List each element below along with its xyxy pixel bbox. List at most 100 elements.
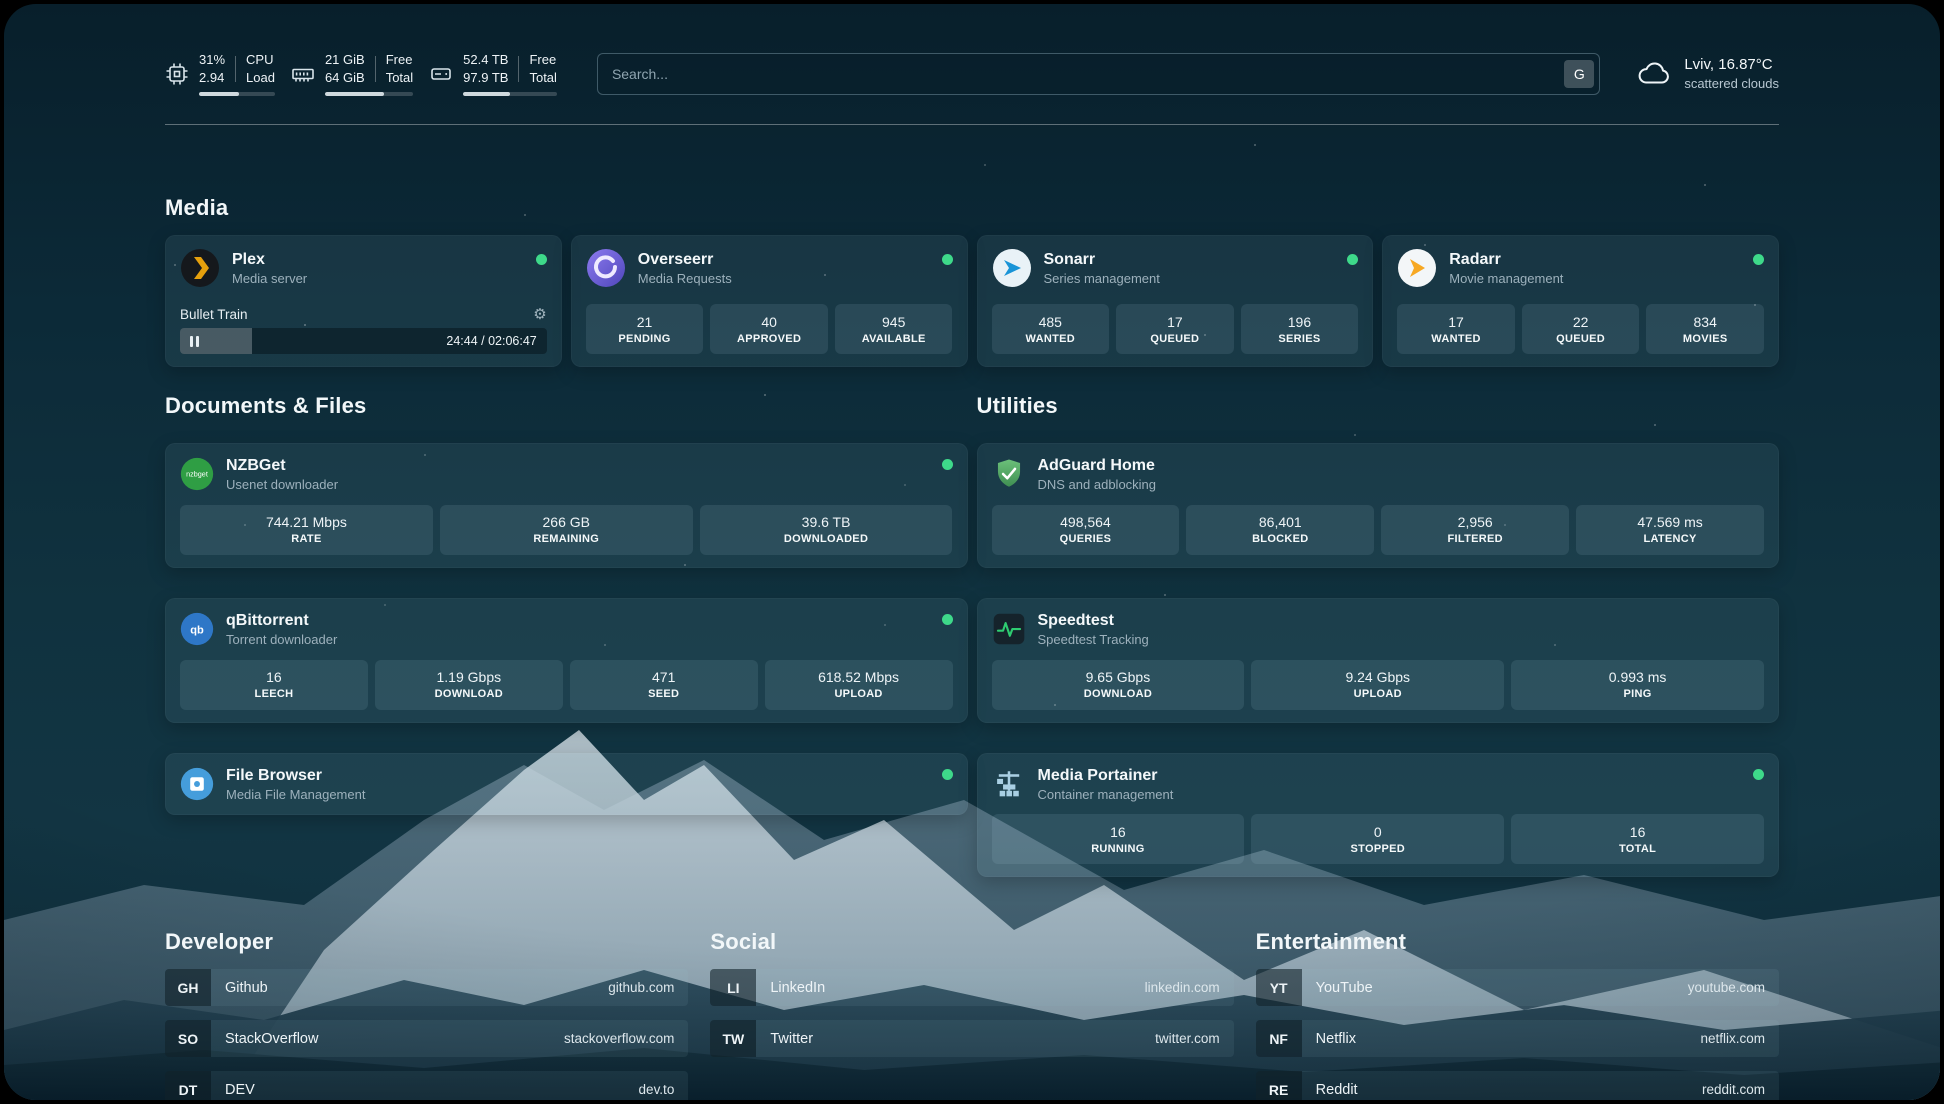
playback-time: 24:44 / 02:06:47 [446, 334, 536, 348]
weather-text: Lviv, 16.87°C scattered clouds [1684, 55, 1779, 93]
cloud-icon [1636, 60, 1672, 87]
stat-blocked: 86,401 BLOCKED [1186, 505, 1374, 555]
dashboard-content: 31% 2.94 CPU Load [165, 4, 1779, 1100]
disk-values: 52.4 TB 97.9 TB [463, 51, 508, 86]
bookmark-name: LinkedIn [770, 980, 825, 996]
stat-pending: 21 PENDING [586, 304, 704, 354]
app-card-sonarr[interactable]: Sonarr Series management 485 WANTED 17 Q… [977, 235, 1374, 367]
stat-approved: 40 APPROVED [710, 304, 828, 354]
weather-widget: Lviv, 16.87°C scattered clouds [1636, 55, 1779, 93]
bookmark-reddit[interactable]: RE Reddit reddit.com [1256, 1071, 1779, 1100]
status-dot [942, 459, 953, 470]
header-divider [165, 124, 1779, 125]
stat-series: 196 SERIES [1241, 304, 1359, 354]
cpu-progress-fill [199, 92, 239, 96]
section-heading-documents: Documents & Files [165, 393, 968, 419]
app-card-plex[interactable]: Plex Media server Bullet Train ⚙ [165, 235, 562, 367]
status-dot [536, 254, 547, 265]
search-engine-button[interactable]: G [1564, 60, 1594, 88]
app-card-portainer[interactable]: Media Portainer Container management 16 … [977, 753, 1780, 878]
stats-row: 9.65 Gbps DOWNLOAD 9.24 Gbps UPLOAD 0.99… [992, 660, 1765, 710]
stat-upload: 9.24 Gbps UPLOAD [1251, 660, 1504, 710]
bookmark-abbr: SO [165, 1020, 211, 1057]
search-input[interactable] [597, 53, 1600, 95]
app-subtitle: Movie management [1449, 271, 1563, 287]
app-titles: File Browser Media File Management [226, 766, 365, 803]
app-card-adguard[interactable]: AdGuard Home DNS and adblocking 498,564 … [977, 443, 1780, 568]
stat-movies: 834 MOVIES [1646, 304, 1764, 354]
bookmark-youtube[interactable]: YT YouTube youtube.com [1256, 969, 1779, 1006]
app-header: qb qBittorrent Torrent downloader [180, 611, 953, 648]
app-card-overseerr[interactable]: Overseerr Media Requests 21 PENDING 40 A… [571, 235, 968, 367]
weather-location: Lviv, 16.87°C [1684, 55, 1779, 75]
bookmark-abbr: NF [1256, 1020, 1302, 1057]
pause-icon[interactable] [190, 336, 199, 347]
app-titles: Speedtest Speedtest Tracking [1038, 611, 1149, 648]
ram-labels: Free Total [386, 51, 413, 86]
speedtest-icon [992, 612, 1026, 646]
bookmark-twitter[interactable]: TW Twitter twitter.com [710, 1020, 1233, 1057]
app-card-filebrowser[interactable]: File Browser Media File Management [165, 753, 968, 816]
app-subtitle: Container management [1038, 787, 1174, 803]
status-dot [1347, 254, 1358, 265]
stat-filtered: 2,956 FILTERED [1381, 505, 1569, 555]
disk-metric: 52.4 TB 97.9 TB Free Total [463, 51, 557, 96]
bookmark-github[interactable]: GH Github github.com [165, 969, 688, 1006]
bookmark-abbr: GH [165, 969, 211, 1006]
app-header: Speedtest Speedtest Tracking [992, 611, 1765, 648]
app-name: Speedtest [1038, 611, 1149, 630]
app-header: Radarr Movie management [1397, 248, 1764, 288]
gear-icon[interactable]: ⚙ [533, 307, 546, 322]
bookmark-url: youtube.com [1688, 980, 1765, 995]
app-subtitle: Usenet downloader [226, 477, 338, 493]
stat-stopped: 0 STOPPED [1251, 814, 1504, 864]
divider [235, 56, 236, 82]
bookmark-abbr: LI [710, 969, 756, 1006]
bookmark-abbr: YT [1256, 969, 1302, 1006]
stat-downloaded: 39.6 TB DOWNLOADED [700, 505, 953, 555]
bookmark-dev[interactable]: DT DEV dev.to [165, 1071, 688, 1100]
disk-progress-fill [463, 92, 510, 96]
bookmark-url: reddit.com [1702, 1082, 1765, 1097]
stat-available: 945 AVAILABLE [835, 304, 953, 354]
bookmark-netflix[interactable]: NF Netflix netflix.com [1256, 1020, 1779, 1057]
app-card-radarr[interactable]: Radarr Movie management 17 WANTED 22 QUE… [1382, 235, 1779, 367]
playback-progress-bar[interactable]: 24:44 / 02:06:47 [180, 328, 547, 354]
bookmark-linkedin[interactable]: LI LinkedIn linkedin.com [710, 969, 1233, 1006]
stat-latency: 47.569 ms LATENCY [1576, 505, 1764, 555]
media-section: Media Plex Media server [165, 195, 1779, 367]
section-heading-utilities: Utilities [977, 393, 1780, 419]
app-header: Plex Media server [180, 248, 547, 288]
stat-queries: 498,564 QUERIES [992, 505, 1180, 555]
app-subtitle: Media Requests [638, 271, 732, 287]
media-cards-row: Plex Media server Bullet Train ⚙ [165, 235, 1779, 367]
divider [375, 56, 376, 82]
app-subtitle: Torrent downloader [226, 632, 337, 648]
app-card-nzbget[interactable]: nzbget NZBGet Usenet downloader 744.21 M… [165, 443, 968, 568]
app-card-speedtest[interactable]: Speedtest Speedtest Tracking 9.65 Gbps D… [977, 598, 1780, 723]
stats-row: 21 PENDING 40 APPROVED 945 AVAILABLE [586, 304, 953, 354]
app-titles: AdGuard Home DNS and adblocking [1038, 456, 1157, 493]
app-subtitle: Speedtest Tracking [1038, 632, 1149, 648]
developer-section: Developer GH Github github.com SO StackO… [165, 929, 688, 1100]
cpu-labels: CPU Load [246, 51, 275, 86]
app-titles: qBittorrent Torrent downloader [226, 611, 337, 648]
portainer-icon [992, 767, 1026, 801]
bookmark-stackoverflow[interactable]: SO StackOverflow stackoverflow.com [165, 1020, 688, 1057]
radarr-icon [1397, 248, 1437, 288]
now-playing-title: Bullet Train [180, 307, 248, 322]
bookmark-name: DEV [225, 1082, 255, 1098]
qbittorrent-icon: qb [180, 612, 214, 646]
now-playing-row: Bullet Train ⚙ [180, 307, 547, 322]
bookmark-url: dev.to [639, 1082, 675, 1097]
app-titles: Radarr Movie management [1449, 250, 1563, 287]
ram-progress-fill [325, 92, 384, 96]
ram-icon [291, 62, 315, 86]
social-section: Social LI LinkedIn linkedin.com TW Twitt… [710, 929, 1233, 1100]
cpu-metric: 31% 2.94 CPU Load [199, 51, 275, 96]
section-heading-social: Social [710, 929, 1233, 955]
app-card-qbittorrent[interactable]: qb qBittorrent Torrent downloader 16 LEE… [165, 598, 968, 723]
ram-progress-bar [325, 92, 413, 96]
app-name: Radarr [1449, 250, 1563, 269]
stat-upload: 618.52 Mbps UPLOAD [765, 660, 953, 710]
